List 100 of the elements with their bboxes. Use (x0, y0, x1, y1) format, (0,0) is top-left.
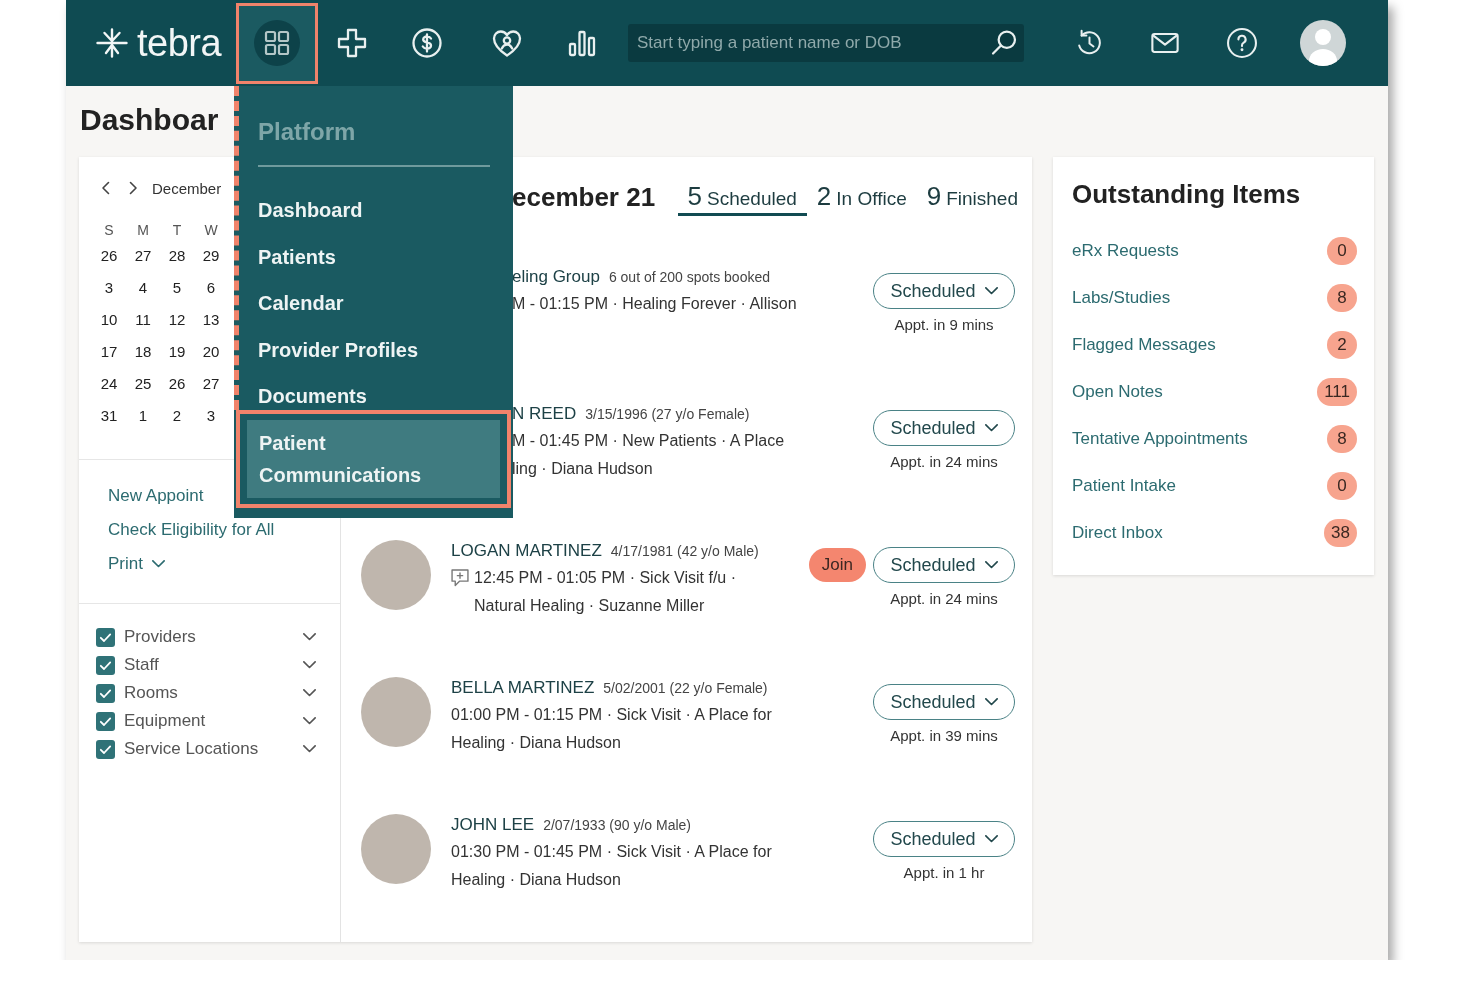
count-badge: 8 (1327, 424, 1357, 453)
calendar-day[interactable]: 11 (126, 304, 160, 336)
appointment-name[interactable]: eling Group (512, 266, 600, 288)
calendar-day[interactable]: 2 (160, 400, 194, 432)
filter-label: Equipment (124, 711, 206, 731)
status-dropdown[interactable]: Scheduled (873, 273, 1015, 309)
action-link[interactable]: New Appoint (108, 479, 204, 513)
calendar-day[interactable]: 10 (92, 304, 126, 336)
outstanding-item-link[interactable]: Tentative Appointments (1072, 428, 1248, 449)
chevron-right-icon[interactable] (129, 181, 138, 195)
menu-item[interactable]: Dashboard (258, 196, 490, 224)
chevron-down-icon[interactable] (303, 633, 316, 641)
calendar-day[interactable]: 26 (92, 240, 126, 272)
appointment-eta: Appt. in 24 mins (890, 452, 998, 472)
chevron-down-icon[interactable] (984, 561, 998, 569)
status-dropdown[interactable]: Scheduled (873, 547, 1015, 583)
action-link[interactable]: Check Eligibility for All (108, 513, 275, 547)
outstanding-item-link[interactable]: Labs/Studies (1072, 287, 1171, 308)
appointment-info: 3/15/1996 (27 y/o Female) (585, 405, 750, 424)
help-icon[interactable] (1227, 28, 1257, 58)
appointment-name[interactable]: BELLA MARTINEZ (451, 677, 595, 699)
checkbox[interactable] (96, 655, 115, 675)
chevron-down-icon[interactable] (984, 424, 998, 432)
medical-cross-icon[interactable] (336, 27, 368, 59)
count-badge: 0 (1327, 236, 1357, 265)
menu-item[interactable]: Patients (258, 242, 490, 271)
calendar-day[interactable]: 12 (160, 304, 194, 336)
search-icon[interactable] (991, 30, 1017, 56)
tab[interactable]: 2 In Office (806, 178, 917, 216)
menu-item[interactable]: Calendar (258, 289, 490, 317)
calendar-day[interactable]: 6 (194, 272, 228, 304)
calendar-day[interactable]: 27 (194, 368, 228, 400)
calendar-day[interactable]: 1 (126, 400, 160, 432)
calendar-day[interactable]: 19 (160, 336, 194, 368)
heart-person-icon[interactable] (491, 27, 523, 59)
calendar-day[interactable]: 3 (92, 272, 126, 304)
chevron-down-icon[interactable] (303, 689, 316, 697)
count-badge: 0 (1327, 471, 1357, 500)
chevron-down-icon[interactable] (984, 698, 998, 706)
appointment-details: 12:45 PM - 01:05 PM · Sick Visit f/u · Natural Healing · Suzanne Miller (474, 568, 738, 616)
menu-link[interactable]: Print (108, 547, 165, 581)
appointment-name[interactable]: LOGAN MARTINEZ (451, 540, 602, 562)
calendar-day[interactable]: 27 (126, 240, 160, 272)
status-dropdown[interactable]: Scheduled (873, 410, 1015, 446)
calendar-day[interactable]: 4 (126, 272, 160, 304)
calendar-day[interactable]: 28 (160, 240, 194, 272)
checkbox[interactable] (96, 683, 115, 703)
checkbox[interactable] (96, 627, 115, 647)
calendar-day[interactable]: 26 (160, 368, 194, 400)
dollar-icon[interactable] (411, 27, 443, 59)
grid-icon[interactable] (254, 20, 300, 66)
appointment-eta: Appt. in 24 mins (890, 589, 998, 609)
calendar-day[interactable]: 20 (194, 336, 228, 368)
calendar-day[interactable]: 25 (126, 368, 160, 400)
outstanding-item-link[interactable]: Flagged Messages (1072, 334, 1216, 355)
page-title: Dashboar (80, 104, 219, 136)
filter-label: Service Locations (124, 739, 259, 759)
calendar-day[interactable]: 3 (194, 400, 228, 432)
checkbox[interactable] (96, 739, 115, 759)
calendar-day[interactable]: 24 (92, 368, 126, 400)
checkbox[interactable] (96, 711, 115, 731)
menu-item[interactable]: Patient Communications (247, 420, 500, 498)
chevron-down-icon[interactable] (303, 717, 316, 725)
tab[interactable]: 9 Finished (916, 178, 1028, 216)
appointment-info: 2/07/1933 (90 y/o Male) (543, 816, 691, 835)
join-button[interactable]: Join (808, 548, 866, 582)
logo-icon[interactable] (95, 27, 129, 59)
calendar-day[interactable]: 13 (194, 304, 228, 336)
status-dropdown[interactable]: Scheduled (873, 684, 1015, 720)
appointment-name[interactable]: JOHN LEE (451, 814, 535, 836)
tab[interactable]: 5 Scheduled (677, 178, 807, 216)
avatar-icon[interactable] (1300, 20, 1346, 66)
chevron-down-icon[interactable] (984, 835, 998, 843)
menu-item[interactable]: Provider Profiles (258, 335, 490, 364)
calendar-day[interactable]: 29 (194, 240, 228, 272)
chevron-left-icon[interactable] (101, 181, 110, 195)
calendar-day[interactable]: 5 (160, 272, 194, 304)
chevron-down-icon[interactable] (151, 560, 165, 568)
chevron-down-icon[interactable] (984, 287, 998, 295)
menu-heading: Platform (258, 118, 357, 146)
outstanding-item-link[interactable]: Direct Inbox (1072, 522, 1163, 543)
chevron-down-icon[interactable] (303, 661, 316, 669)
outstanding-item-link[interactable]: Open Notes (1072, 381, 1163, 402)
brand-name[interactable]: tebra (137, 21, 222, 65)
menu-item[interactable]: Documents (258, 382, 490, 410)
appointment-name[interactable]: N REED (512, 403, 577, 425)
calendar-day[interactable]: 17 (92, 336, 126, 368)
search-field[interactable]: Start typing a patient name or DOB (628, 24, 1024, 62)
status-dropdown[interactable]: Scheduled (873, 821, 1015, 857)
calendar-day[interactable]: 18 (126, 336, 160, 368)
appointment-details: M - 01:15 PM · Healing Forever · Allison (512, 294, 797, 314)
weekday-label: W (203, 221, 219, 240)
outstanding-item-link[interactable]: eRx Requests (1072, 240, 1179, 261)
filter-label: Rooms (124, 683, 178, 703)
count-badge: 8 (1327, 283, 1357, 312)
chevron-down-icon[interactable] (303, 745, 316, 753)
outstanding-item-link[interactable]: Patient Intake (1072, 475, 1176, 496)
mail-icon[interactable] (1151, 33, 1179, 53)
weekday-label: T (171, 221, 183, 240)
calendar-day[interactable]: 31 (92, 400, 126, 432)
